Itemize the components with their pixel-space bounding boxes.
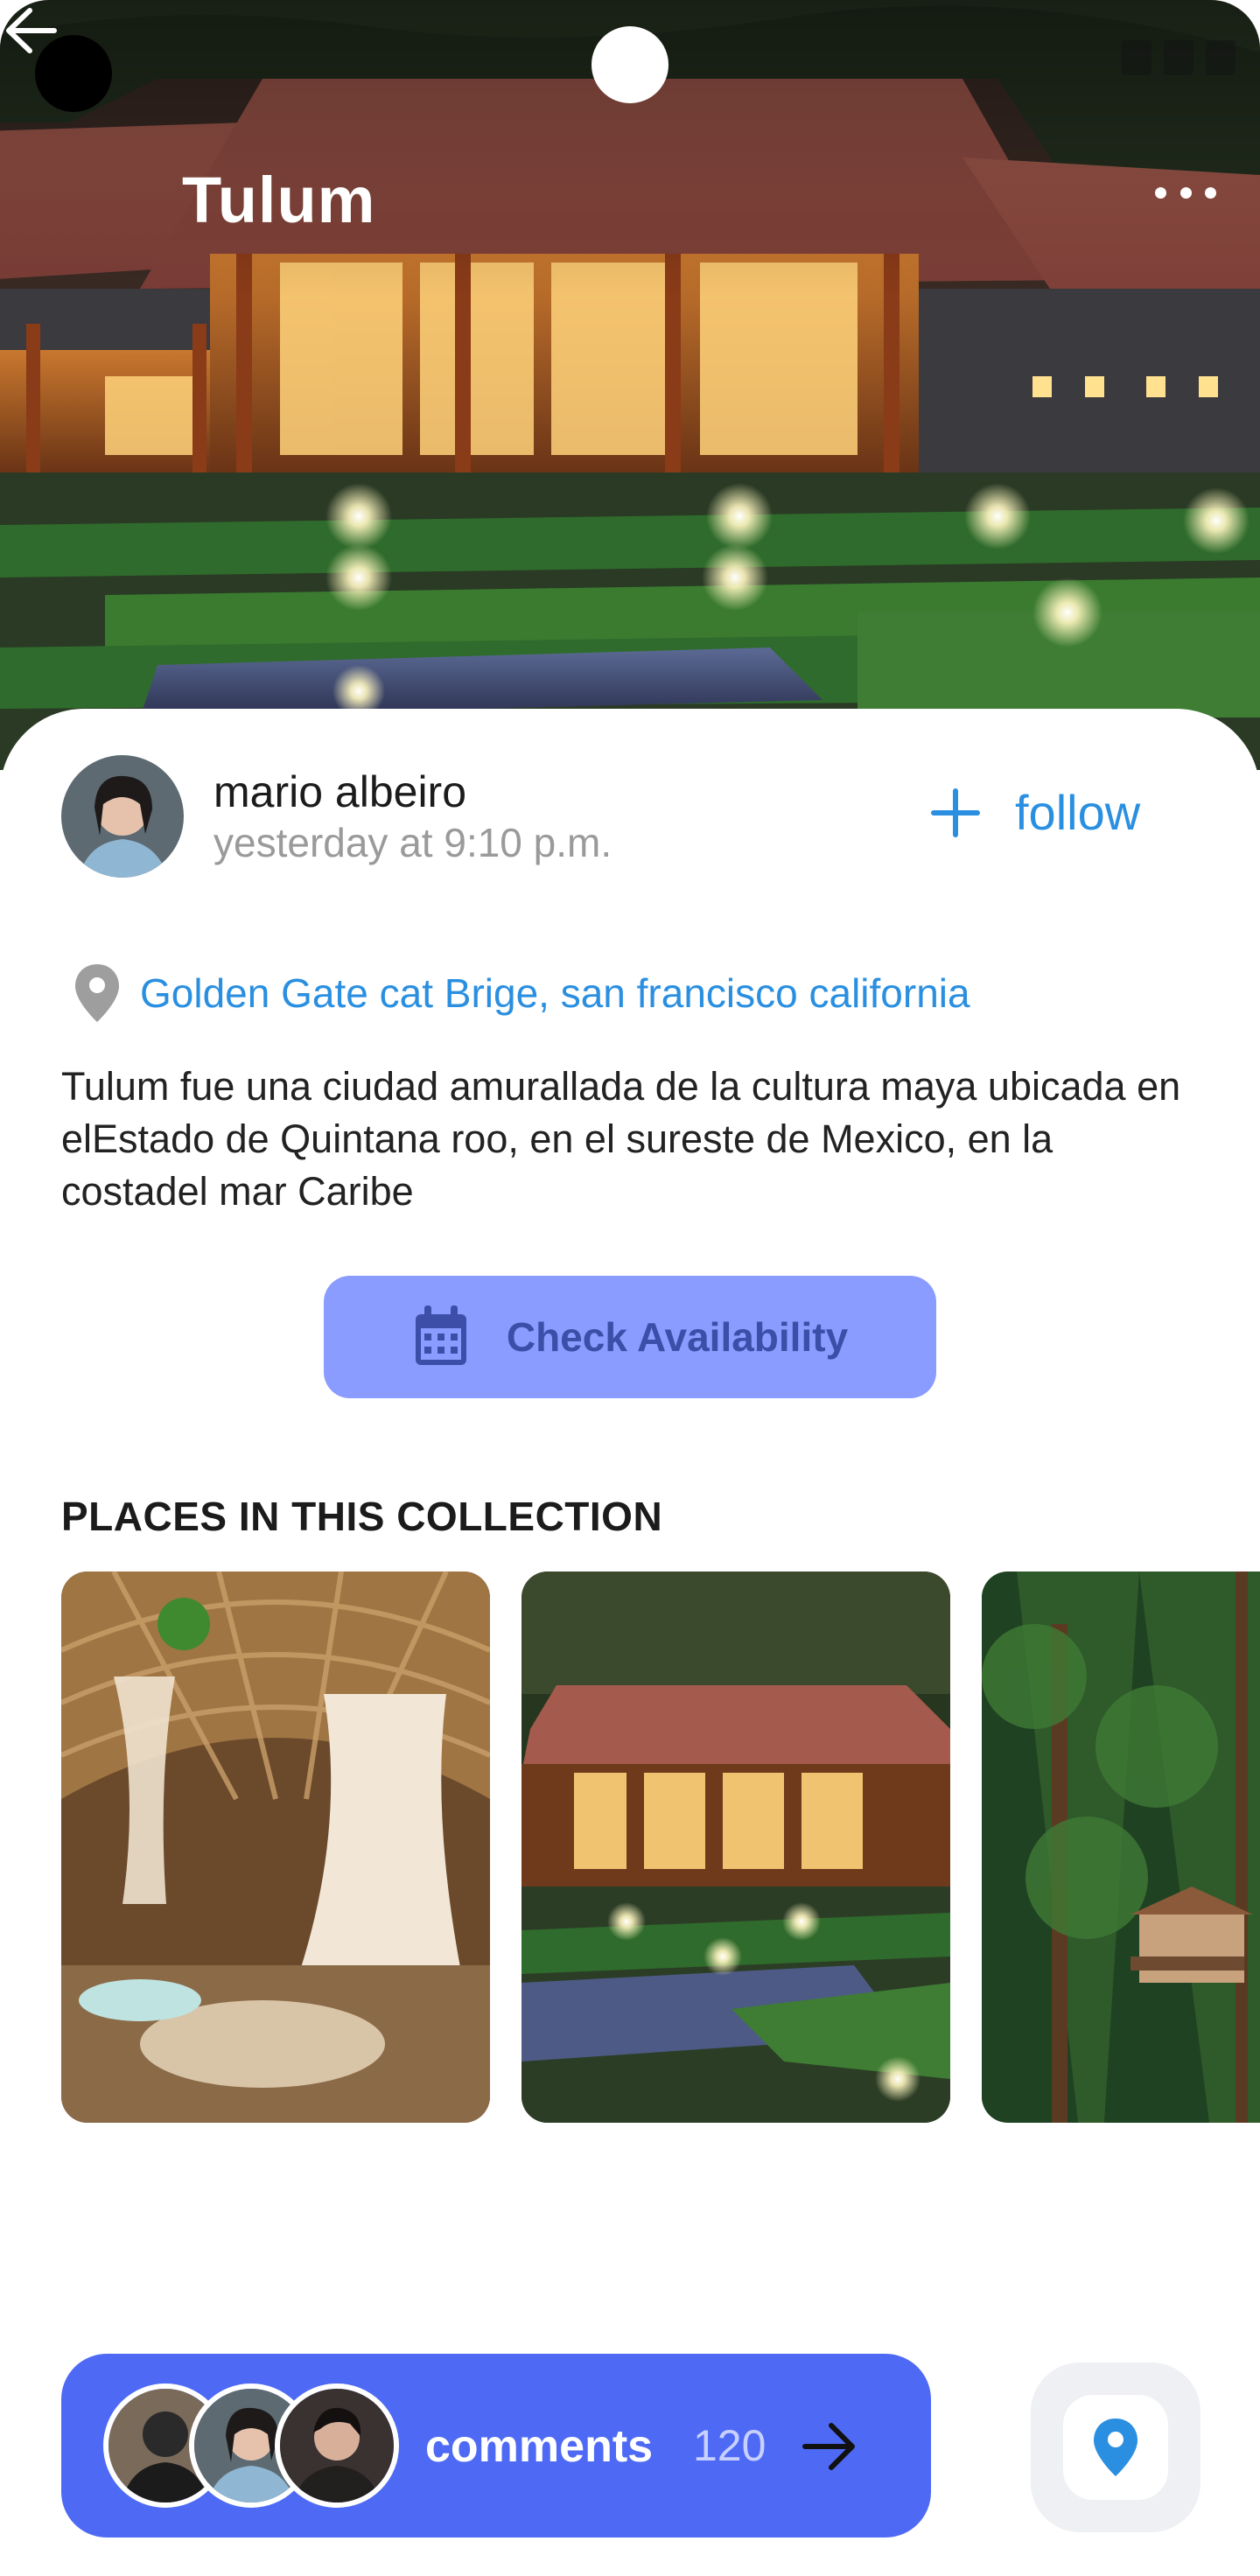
post-timestamp: yesterday at 9:10 p.m. xyxy=(214,820,612,865)
place-card-bamboo-dome[interactable] xyxy=(61,1572,490,2123)
plus-icon xyxy=(931,788,980,837)
place-card-lodge[interactable] xyxy=(522,1572,950,2123)
avatar[interactable] xyxy=(61,755,184,878)
camera-cutout xyxy=(592,26,668,103)
location-pin-icon xyxy=(75,964,119,1022)
signal-icon xyxy=(1164,40,1194,75)
status-icons xyxy=(1122,40,1236,75)
battery-icon xyxy=(1206,40,1236,75)
place-card-treehouse[interactable] xyxy=(982,1572,1260,2123)
commenter-avatars xyxy=(103,2384,401,2508)
arrow-right-icon xyxy=(802,2423,855,2470)
wifi-icon xyxy=(1122,40,1152,75)
commenter-avatar xyxy=(275,2384,399,2508)
comments-label: comments xyxy=(425,2421,654,2472)
user-name[interactable]: mario albeiro xyxy=(214,766,466,817)
hero-image: Tulum xyxy=(0,0,1260,770)
back-arrow-icon[interactable] xyxy=(0,0,61,61)
follow-label: follow xyxy=(1015,785,1141,840)
location-text: Golden Gate cat Brige, san francisco cal… xyxy=(140,970,970,1016)
calendar-icon xyxy=(415,1306,466,1365)
check-availability-label: Check Availability xyxy=(506,1314,849,1360)
places-carousel[interactable] xyxy=(61,1572,1260,2123)
page-title: Tulum xyxy=(182,164,376,236)
post-description: Tulum fue una ciudad amurallada de la cu… xyxy=(61,1064,1181,1214)
check-availability-button[interactable]: Check Availability xyxy=(324,1276,936,1398)
more-dots-icon[interactable] xyxy=(1155,175,1216,210)
map-button-inner xyxy=(1063,2395,1168,2500)
collection-title: PLACES IN THIS COLLECTION xyxy=(61,1494,663,1539)
location-link[interactable]: Golden Gate cat Brige, san francisco cal… xyxy=(74,962,970,1024)
map-button[interactable] xyxy=(1031,2362,1200,2532)
map-pin-icon xyxy=(1094,2418,1138,2476)
comments-count: 120 xyxy=(693,2421,766,2470)
post-card: mario albeiro yesterday at 9:10 p.m. fol… xyxy=(0,709,1260,2576)
follow-button[interactable]: follow xyxy=(931,784,1140,841)
comments-bar[interactable]: comments 120 xyxy=(61,2354,931,2538)
